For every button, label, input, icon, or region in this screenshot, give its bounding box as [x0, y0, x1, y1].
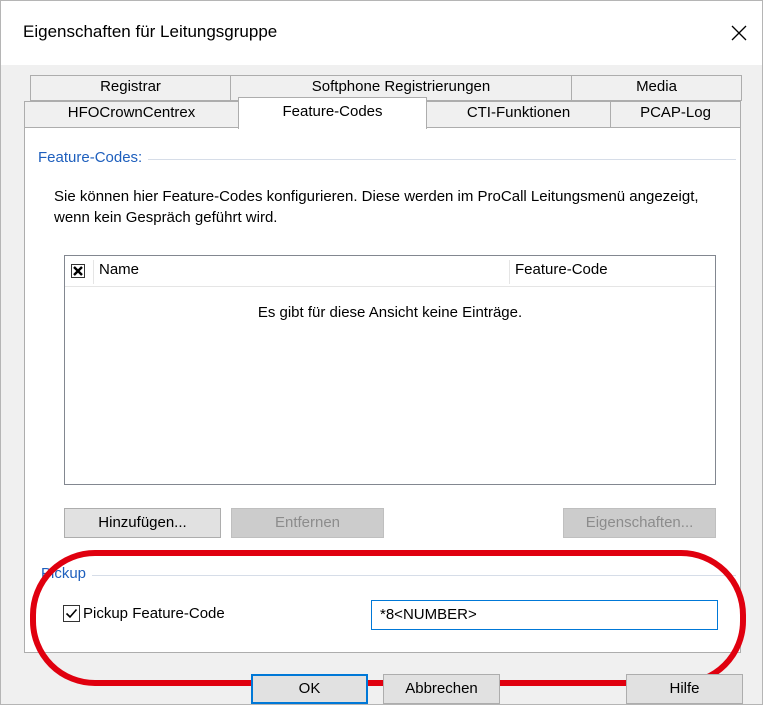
pickup-feature-code-input[interactable]: *8<NUMBER>	[371, 600, 718, 630]
feature-codes-description: Sie können hier Feature-Codes konfigurie…	[54, 188, 699, 226]
properties-button[interactable]: Eigenschaften...	[563, 508, 716, 538]
help-button-label: Hilfe	[669, 680, 700, 697]
properties-button-label: Eigenschaften...	[585, 514, 694, 531]
remove-button[interactable]: Entfernen	[231, 508, 384, 538]
pickup-group-line	[41, 575, 736, 576]
close-button[interactable]	[721, 15, 757, 51]
tab-hfocrowncentrex[interactable]: HFOCrownCentrex	[24, 101, 239, 128]
column-header-feature-code[interactable]: Feature-Code	[515, 261, 608, 278]
properties-dialog: Eigenschaften für Leitungsgruppe Registr…	[0, 0, 763, 705]
ok-button-label: OK	[298, 680, 321, 697]
remove-button-label: Entfernen	[274, 514, 341, 531]
tab-media[interactable]: Media	[571, 75, 742, 101]
column-header-name[interactable]: Name	[99, 261, 139, 278]
pickup-checkbox[interactable]: Pickup Feature-Code	[63, 605, 225, 622]
list-header: Name Feature-Code	[65, 256, 715, 287]
pickup-group-label: Pickup	[41, 565, 93, 582]
feature-codes-list[interactable]: Name Feature-Code Es gibt für diese Ansi…	[64, 255, 716, 485]
window-title: Eigenschaften für Leitungsgruppe	[23, 22, 278, 41]
tab-label: CTI-Funktionen	[466, 104, 571, 121]
cancel-button[interactable]: Abbrechen	[383, 674, 500, 704]
add-button-label: Hinzufügen...	[98, 514, 187, 531]
feature-codes-group-label: Feature-Codes:	[38, 149, 149, 166]
tab-feature-codes[interactable]: Feature-Codes	[238, 97, 427, 129]
tab-label: Registrar	[100, 78, 161, 95]
close-icon	[731, 25, 747, 41]
ok-button[interactable]: OK	[251, 674, 368, 704]
tab-pcap-log[interactable]: PCAP-Log	[610, 101, 741, 128]
select-all-checkbox[interactable]	[70, 263, 86, 279]
cancel-button-label: Abbrechen	[405, 680, 478, 697]
list-empty-text: Es gibt für diese Ansicht keine Einträge…	[257, 304, 523, 321]
help-button[interactable]: Hilfe	[626, 674, 743, 704]
tab-label: HFOCrownCentrex	[67, 104, 196, 121]
tab-label: Feature-Codes	[282, 103, 383, 120]
tab-registrar[interactable]: Registrar	[30, 75, 231, 101]
title-bar: Eigenschaften für Leitungsgruppe	[1, 1, 762, 65]
checkmark-icon	[63, 605, 80, 622]
tab-label: Softphone Registrierungen	[311, 78, 491, 95]
pickup-checkbox-label: Pickup Feature-Code	[83, 605, 225, 622]
add-button[interactable]: Hinzufügen...	[64, 508, 221, 538]
tab-cti-funktionen[interactable]: CTI-Funktionen	[426, 101, 611, 128]
checkbox-x-icon	[71, 264, 85, 278]
tab-label: PCAP-Log	[640, 104, 711, 121]
tab-label: Media	[636, 78, 677, 95]
